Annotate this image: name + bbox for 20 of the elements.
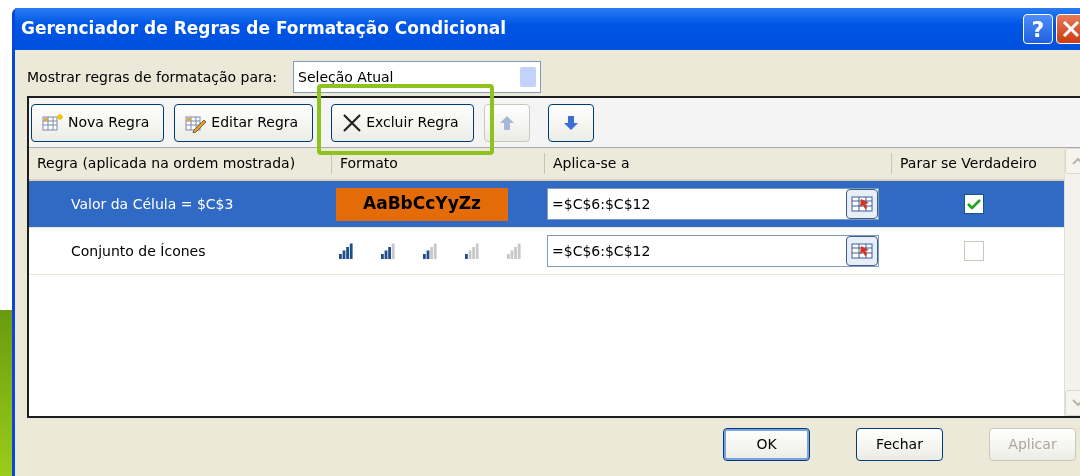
scope-dropdown[interactable]: Seleção Atual [293,61,542,93]
window-title: Gerenciador de Regras de Formatação Condicional [21,17,508,41]
rule-name: Valor da Célula = $C$3 [70,194,235,214]
column-header[interactable]: Regra (aplicada na ordem mostrada) [29,153,332,174]
column-header[interactable]: Parar se Verdadeiro [892,153,1056,174]
format-preview: AaBbCcYyZz [336,187,508,221]
range-field[interactable]: =$C$6:$C$12 [547,235,879,267]
rule-name: Conjunto de Ícones [70,241,207,261]
dialog-button[interactable]: Fechar [856,428,943,461]
delete-rule-button[interactable]: Excluir Regra [331,103,474,142]
help-button[interactable]: ? [1023,14,1053,44]
new-rule-button[interactable]: Nova Regra [31,103,165,142]
column-header[interactable]: Formato [332,153,545,174]
rule-row[interactable]: Conjunto de Ícones =$C$6:$C$12 [29,228,1064,275]
dialog-button[interactable]: OK [723,428,810,461]
column-header[interactable]: Aplica-se a [545,153,892,174]
range-field[interactable]: =$C$6:$C$12 [547,188,879,220]
rule-row[interactable]: Valor da Célula = $C$3 AaBbCcYyZz =$C$6:$C$12 [29,181,1064,228]
edit-rule-button[interactable]: Editar Regra [174,103,314,142]
show-rules-label: Mostrar regras de formatação para: [27,67,278,87]
